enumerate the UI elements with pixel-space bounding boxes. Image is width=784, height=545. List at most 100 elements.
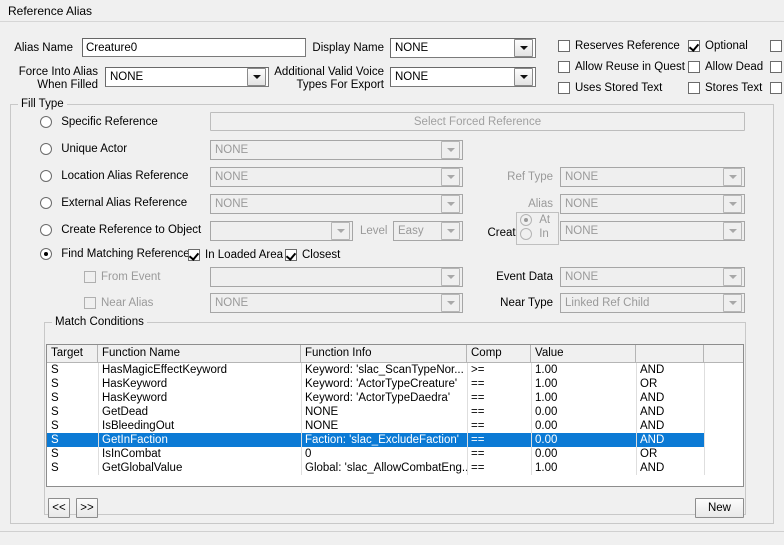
create-target-combo[interactable]: NONE	[560, 221, 745, 241]
chevron-down-icon[interactable]	[331, 222, 350, 240]
checkbox-optional[interactable]: Optional	[688, 40, 748, 52]
table-row[interactable]: S GetDead NONE == 0.00 AND	[47, 405, 743, 419]
column-header-function-info[interactable]: Function Info	[301, 345, 467, 362]
checkbox-reserves-reference[interactable]: Reserves Reference	[558, 40, 680, 52]
radio-dot[interactable]	[40, 248, 52, 260]
near-alias-combo[interactable]: NONE	[210, 293, 463, 313]
checkbox-box[interactable]	[770, 82, 782, 94]
ref-type-combo[interactable]: NONE	[560, 167, 745, 187]
alias-name-input[interactable]	[82, 38, 306, 57]
create-reference-object-combo[interactable]	[210, 221, 353, 241]
chevron-down-icon[interactable]	[723, 168, 742, 186]
checkbox-box[interactable]	[770, 61, 782, 73]
alias-combo[interactable]: NONE	[560, 194, 745, 214]
radio-create-at[interactable]: At	[520, 214, 550, 226]
radio-label: Unique Actor	[61, 143, 128, 156]
unique-actor-combo[interactable]: NONE	[210, 140, 463, 160]
table-row[interactable]: S IsBleedingOut NONE == 0.00 AND	[47, 419, 743, 433]
checkbox-box[interactable]	[558, 61, 570, 73]
radio-find-matching-reference[interactable]: Find Matching Reference	[40, 248, 190, 260]
radio-dot[interactable]	[40, 224, 52, 236]
column-header-extra[interactable]	[704, 345, 743, 362]
checkbox-near-alias[interactable]: Near Alias	[84, 297, 153, 309]
checkbox-uses-stored-text[interactable]: Uses Stored Text	[558, 82, 662, 94]
chevron-down-icon[interactable]	[441, 141, 460, 159]
checkbox-box[interactable]	[688, 40, 700, 52]
external-alias-combo[interactable]: NONE	[210, 194, 463, 214]
next-page-button[interactable]: >>	[76, 498, 98, 518]
new-condition-button[interactable]: New	[695, 498, 744, 518]
chevron-down-icon[interactable]	[514, 68, 533, 86]
radio-dot[interactable]	[40, 170, 52, 182]
chevron-down-icon[interactable]	[441, 195, 460, 213]
cell-target: S	[51, 448, 59, 460]
radio-unique-actor[interactable]: Unique Actor	[40, 143, 127, 155]
select-forced-reference-button[interactable]: Select Forced Reference	[210, 112, 745, 131]
chevron-down-icon[interactable]	[514, 39, 533, 57]
radio-location-alias-reference[interactable]: Location Alias Reference	[40, 170, 188, 182]
radio-dot[interactable]	[40, 116, 52, 128]
table-row[interactable]: S IsInCombat 0 == 0.00 OR	[47, 447, 743, 461]
radio-dot[interactable]	[520, 228, 532, 240]
chevron-down-icon[interactable]	[441, 168, 460, 186]
additional-voice-combo[interactable]: NONE	[390, 67, 536, 87]
checkbox-box[interactable]	[285, 249, 297, 261]
chevron-down-icon[interactable]	[441, 222, 460, 240]
checkbox-allow-reuse-in-quest[interactable]: Allow Reuse in Quest	[558, 61, 685, 73]
radio-specific-reference[interactable]: Specific Reference	[40, 116, 158, 128]
checkbox-box[interactable]	[770, 40, 782, 52]
chevron-down-icon[interactable]	[723, 294, 742, 312]
checkbox-box[interactable]	[84, 297, 96, 309]
event-data-combo[interactable]: NONE	[560, 267, 745, 287]
radio-dot[interactable]	[40, 197, 52, 209]
column-header-logic[interactable]	[636, 345, 704, 362]
checkbox-unnamed-1[interactable]	[770, 40, 782, 52]
chevron-down-icon[interactable]	[441, 268, 460, 286]
radio-create-in[interactable]: In	[520, 228, 549, 240]
level-combo[interactable]: Easy	[393, 221, 463, 241]
checkbox-box[interactable]	[688, 82, 700, 94]
checkbox-in-loaded-area[interactable]: In Loaded Area	[188, 249, 283, 261]
table-row[interactable]: S GetGlobalValue Global: 'slac_AllowComb…	[47, 461, 743, 475]
display-name-combo[interactable]: NONE	[390, 38, 536, 58]
checkbox-unnamed-3[interactable]	[770, 82, 782, 94]
location-alias-combo[interactable]: NONE	[210, 167, 463, 187]
checkbox-unnamed-2[interactable]	[770, 61, 782, 73]
chevron-down-icon[interactable]	[723, 195, 742, 213]
radio-dot[interactable]	[520, 214, 532, 226]
table-row-selected[interactable]: S GetInFaction Faction: 'slac_ExcludeFac…	[47, 433, 743, 447]
cell-comp: ==	[471, 406, 485, 418]
checkbox-from-event[interactable]: From Event	[84, 271, 160, 283]
checkbox-box[interactable]	[558, 40, 570, 52]
table-row[interactable]: S HasKeyword Keyword: 'ActorTypeDaedra' …	[47, 391, 743, 405]
radio-create-reference-to-object[interactable]: Create Reference to Object	[40, 224, 201, 236]
column-header-function-name[interactable]: Function Name	[98, 345, 301, 362]
chevron-down-icon[interactable]	[247, 68, 266, 86]
cell-function-info: Keyword: 'ActorTypeCreature'	[305, 378, 458, 390]
table-row[interactable]: S HasMagicEffectKeyword Keyword: 'slac_S…	[47, 363, 743, 377]
checkbox-box[interactable]	[188, 249, 200, 261]
match-conditions-table[interactable]: Target Function Name Function Info Comp …	[46, 344, 744, 487]
checkbox-box[interactable]	[688, 61, 700, 73]
column-header-value[interactable]: Value	[531, 345, 636, 362]
column-header-comp[interactable]: Comp	[467, 345, 531, 362]
checkbox-stores-text[interactable]: Stores Text	[688, 82, 762, 94]
checkbox-closest[interactable]: Closest	[285, 249, 340, 261]
cell-target: S	[51, 462, 59, 474]
cell-comp: ==	[471, 462, 485, 474]
table-row[interactable]: S HasKeyword Keyword: 'ActorTypeCreature…	[47, 377, 743, 391]
column-header-target[interactable]: Target	[47, 345, 98, 362]
previous-page-button[interactable]: <<	[48, 498, 70, 518]
radio-dot[interactable]	[40, 143, 52, 155]
checkbox-box[interactable]	[558, 82, 570, 94]
force-into-alias-combo[interactable]: NONE	[105, 67, 269, 87]
near-type-combo[interactable]: Linked Ref Child	[560, 293, 745, 313]
from-event-combo[interactable]	[210, 267, 463, 287]
chevron-down-icon[interactable]	[723, 268, 742, 286]
checkbox-allow-dead[interactable]: Allow Dead	[688, 61, 763, 73]
chevron-down-icon[interactable]	[723, 222, 742, 240]
checkbox-box[interactable]	[84, 271, 96, 283]
chevron-down-icon[interactable]	[441, 294, 460, 312]
cell-function-info: 0	[305, 448, 312, 460]
radio-external-alias-reference[interactable]: External Alias Reference	[40, 197, 187, 209]
